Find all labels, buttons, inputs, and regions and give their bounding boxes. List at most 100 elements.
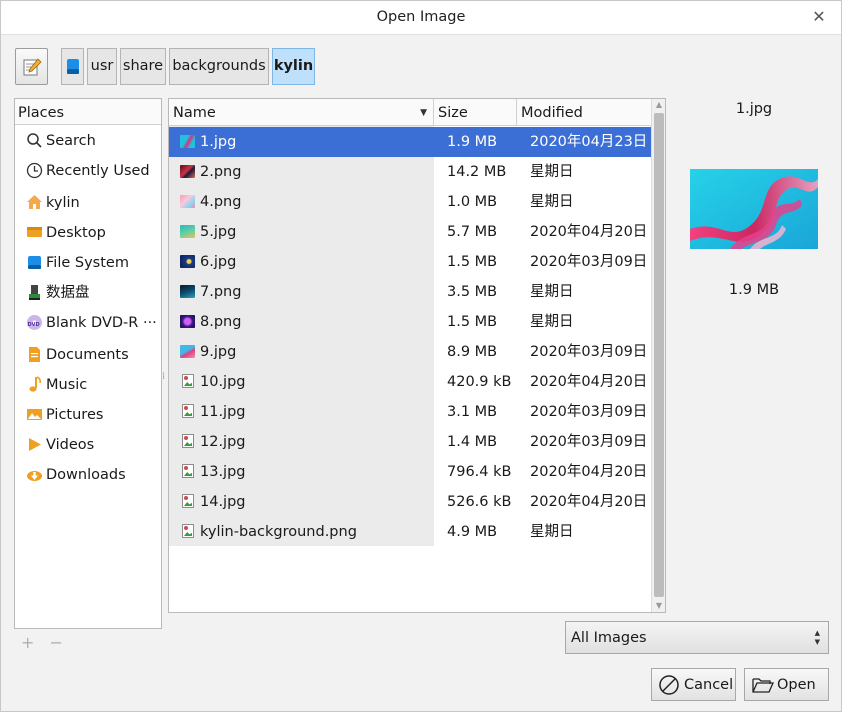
file-modified: 2020年03月09日 bbox=[530, 254, 648, 270]
image-thumbnail-icon bbox=[180, 345, 195, 358]
path-segment-kylin[interactable]: kylin bbox=[272, 48, 315, 85]
file-list-scrollbar[interactable]: ▲ ▼ bbox=[651, 99, 665, 612]
titlebar: Open Image ✕ bbox=[1, 1, 841, 35]
file-row[interactable]: 12.jpg 1.4 MB 2020年03月09日 bbox=[169, 427, 652, 457]
file-modified: 星期日 bbox=[530, 194, 574, 210]
usb-drive-icon bbox=[29, 285, 40, 300]
file-row[interactable]: 6.jpg 1.5 MB 2020年03月09日 bbox=[169, 247, 652, 277]
scrollbar-thumb[interactable] bbox=[654, 113, 664, 597]
column-header-name[interactable]: Name ▼ bbox=[169, 99, 434, 126]
place-blank-dvd[interactable]: DVD Blank DVD-R ··· bbox=[15, 310, 161, 336]
open-image-dialog: Open Image ✕ usr share backgrounds kylin bbox=[0, 0, 842, 712]
path-segment-backgrounds[interactable]: backgrounds bbox=[169, 48, 269, 85]
place-desktop[interactable]: Desktop bbox=[15, 220, 161, 246]
file-name: 10.jpg bbox=[200, 374, 246, 390]
path-root-button[interactable] bbox=[61, 48, 84, 85]
file-row[interactable]: 14.jpg 526.6 kB 2020年04月20日 bbox=[169, 487, 652, 517]
file-row[interactable]: 1.jpg 1.9 MB 2020年04月23日 bbox=[169, 127, 652, 157]
file-size: 4.9 MB bbox=[447, 524, 498, 540]
file-modified: 星期日 bbox=[530, 284, 574, 300]
file-row[interactable]: 4.png 1.0 MB 星期日 bbox=[169, 187, 652, 217]
file-row[interactable]: 8.png 1.5 MB 星期日 bbox=[169, 307, 652, 337]
svg-text:DVD: DVD bbox=[28, 322, 40, 328]
file-row[interactable]: 2.png 14.2 MB 星期日 bbox=[169, 157, 652, 187]
dvd-icon: DVD bbox=[27, 315, 42, 330]
drive-icon bbox=[66, 59, 79, 74]
file-size: 5.7 MB bbox=[447, 224, 498, 240]
place-recently-used[interactable]: Recently Used bbox=[15, 158, 161, 184]
file-row[interactable]: 5.jpg 5.7 MB 2020年04月20日 bbox=[169, 217, 652, 247]
place-label: kylin bbox=[46, 195, 80, 211]
file-size: 420.9 kB bbox=[447, 374, 512, 390]
image-thumbnail-icon bbox=[180, 195, 195, 208]
close-icon: ✕ bbox=[812, 7, 826, 26]
image-file-icon bbox=[182, 374, 194, 388]
place-label: Videos bbox=[46, 437, 95, 453]
dialog-title: Open Image bbox=[376, 9, 466, 25]
places-header: Places bbox=[15, 99, 161, 125]
preview-file-name: 1.jpg bbox=[735, 101, 773, 117]
select-updown-icon: ▲ ▼ bbox=[814, 629, 820, 646]
cancel-button[interactable]: Cancel bbox=[651, 668, 736, 701]
place-file-system[interactable]: File System bbox=[15, 250, 161, 276]
file-name: 6.jpg bbox=[200, 254, 237, 270]
column-header-size[interactable]: Size bbox=[434, 99, 517, 126]
file-row[interactable]: 11.jpg 3.1 MB 2020年03月09日 bbox=[169, 397, 652, 427]
file-row[interactable]: 7.png 3.5 MB 星期日 bbox=[169, 277, 652, 307]
place-label: File System bbox=[46, 255, 129, 271]
place-data-disk[interactable]: 数据盘 bbox=[15, 280, 161, 306]
place-label: Documents bbox=[46, 347, 129, 363]
edit-location-button[interactable] bbox=[15, 48, 48, 85]
file-modified: 星期日 bbox=[530, 164, 574, 180]
pane-splitter[interactable]: ⁞ bbox=[162, 371, 165, 382]
search-icon bbox=[27, 133, 42, 148]
documents-folder-icon bbox=[29, 347, 40, 362]
file-name: 12.jpg bbox=[200, 434, 246, 450]
file-modified: 2020年04月20日 bbox=[530, 224, 648, 240]
place-label: Desktop bbox=[46, 225, 106, 241]
file-size: 1.9 MB bbox=[447, 134, 498, 150]
scroll-down-arrow-icon[interactable]: ▼ bbox=[652, 600, 665, 612]
place-documents[interactable]: Documents bbox=[15, 342, 161, 368]
place-label: Recently Used bbox=[46, 163, 150, 179]
scroll-up-arrow-icon[interactable]: ▲ bbox=[652, 99, 665, 111]
filter-selected-value: All Images bbox=[571, 630, 647, 646]
place-videos[interactable]: Videos bbox=[15, 432, 161, 458]
place-downloads[interactable]: Downloads bbox=[15, 462, 161, 488]
path-segment-share[interactable]: share bbox=[120, 48, 166, 85]
place-label: 数据盘 bbox=[46, 285, 90, 301]
column-header-modified[interactable]: Modified bbox=[517, 99, 652, 126]
places-edit-buttons: + − bbox=[21, 633, 73, 652]
place-pictures[interactable]: Pictures bbox=[15, 402, 161, 428]
file-size: 1.5 MB bbox=[447, 314, 498, 330]
file-modified: 2020年04月20日 bbox=[530, 464, 648, 480]
file-name: 8.png bbox=[200, 314, 242, 330]
file-list-header: Name ▼ Size Modified bbox=[169, 99, 652, 126]
remove-place-button[interactable]: − bbox=[50, 633, 63, 652]
file-modified: 2020年03月09日 bbox=[530, 434, 648, 450]
file-row[interactable]: 10.jpg 420.9 kB 2020年04月20日 bbox=[169, 367, 652, 397]
desktop-icon bbox=[27, 227, 42, 237]
file-size: 796.4 kB bbox=[447, 464, 512, 480]
file-name: 2.png bbox=[200, 164, 242, 180]
add-place-button[interactable]: + bbox=[21, 633, 34, 652]
image-file-icon bbox=[182, 524, 194, 538]
file-size: 1.0 MB bbox=[447, 194, 498, 210]
file-modified: 2020年04月23日 bbox=[530, 134, 648, 150]
open-folder-icon bbox=[752, 678, 775, 693]
place-home[interactable]: kylin bbox=[15, 190, 161, 216]
file-type-filter-select[interactable]: All Images ▲ ▼ bbox=[565, 621, 829, 654]
place-search[interactable]: Search bbox=[15, 128, 161, 154]
open-button[interactable]: Open bbox=[744, 668, 829, 701]
file-row[interactable]: kylin-background.png 4.9 MB 星期日 bbox=[169, 517, 652, 547]
places-sidebar: Places Search Recently Used kylin Deskto… bbox=[14, 98, 162, 629]
file-modified: 2020年03月09日 bbox=[530, 344, 648, 360]
file-row[interactable]: 13.jpg 796.4 kB 2020年04月20日 bbox=[169, 457, 652, 487]
place-music[interactable]: Music bbox=[15, 372, 161, 398]
close-button[interactable]: ✕ bbox=[809, 7, 829, 27]
file-row[interactable]: 9.jpg 8.9 MB 2020年03月09日 bbox=[169, 337, 652, 367]
place-label: Pictures bbox=[46, 407, 104, 423]
path-segment-usr[interactable]: usr bbox=[87, 48, 117, 85]
home-icon bbox=[27, 195, 42, 209]
preview-file-size: 1.9 MB bbox=[728, 282, 780, 298]
